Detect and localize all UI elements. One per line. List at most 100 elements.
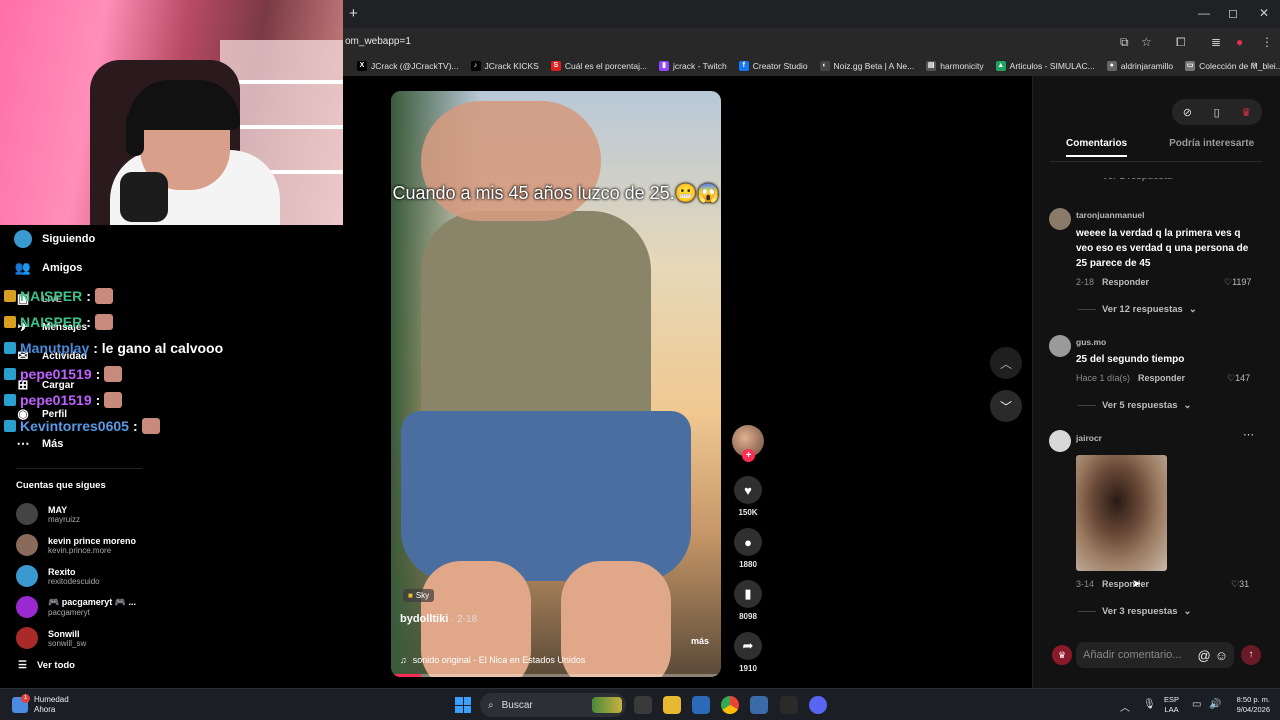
language-indicator[interactable]: ESP LAA	[1164, 695, 1179, 715]
bookmark-item[interactable]: f Creator Studio	[738, 61, 808, 71]
bookmark-item[interactable]: ● aldrinjaramillo	[1106, 61, 1173, 71]
install-app-icon[interactable]: ⧉	[1120, 35, 1129, 50]
bookmark-item[interactable]: ♪ JCrack KICKS	[470, 61, 539, 71]
followed-account[interactable]: MAY mayruizz	[16, 503, 80, 525]
extensions-icon[interactable]: ⧠	[1176, 35, 1186, 50]
profile-icon[interactable]: ●	[1236, 35, 1243, 49]
commenter-name[interactable]: jairocr	[1076, 433, 1102, 443]
save-action[interactable]: ▮ 8098	[733, 580, 763, 621]
comment-count: 1880	[739, 560, 757, 569]
device-icon[interactable]: ▯	[1214, 106, 1220, 119]
comment-image[interactable]	[1076, 455, 1167, 571]
commenter-avatar[interactable]	[1049, 335, 1071, 357]
maximize-icon[interactable]: ◻	[1228, 6, 1238, 20]
new-tab-button[interactable]: +	[349, 5, 358, 22]
commenter-name[interactable]: taronjuanmanuel	[1076, 210, 1144, 220]
user-avatar-icon[interactable]: ♛	[1241, 106, 1251, 119]
system-clock[interactable]: 8:50 p. m. 9/04/2026	[1228, 695, 1270, 715]
video-author[interactable]: bydolltiki · 2-18	[400, 613, 477, 625]
outlook-icon[interactable]	[692, 696, 710, 714]
comment-action[interactable]: ● 1880	[733, 528, 763, 569]
followed-account[interactable]: Sonwill sonwill_sw	[16, 627, 86, 649]
bookmark-star-icon[interactable]: ☆	[1141, 35, 1152, 49]
app-icon[interactable]	[780, 696, 798, 714]
send-comment-button[interactable]: ↑	[1241, 645, 1261, 665]
webcam-shelf	[230, 125, 343, 129]
tab-comments[interactable]: Comentarios	[1066, 138, 1128, 157]
comment-input[interactable]: Añadir comentario... @ ☺	[1076, 642, 1234, 668]
comment-like[interactable]: ♡1197	[1224, 277, 1251, 288]
nav-following[interactable]: Siguiendo	[14, 230, 95, 248]
commenter-name[interactable]: gus.mo	[1076, 337, 1106, 347]
mouse-cursor-icon: ➤	[1132, 578, 1142, 590]
emoji-icon[interactable]: ☺	[1215, 648, 1228, 663]
comment-like[interactable]: ♡31	[1231, 579, 1249, 590]
reply-button[interactable]: Responder	[1102, 277, 1149, 287]
more-bookmarks-icon[interactable]: »	[1252, 59, 1258, 70]
nav-more[interactable]: ⋯ Más	[14, 435, 64, 453]
like-action[interactable]: ♥ 150K	[733, 476, 763, 517]
media-control-icon[interactable]: ≣	[1211, 35, 1221, 49]
effect-tag[interactable]: ■ Sky	[403, 589, 435, 602]
follow-plus-icon[interactable]: +	[742, 449, 755, 462]
nav-friends[interactable]: 👥 Amigos	[14, 259, 82, 277]
previous-video-button[interactable]: ︿	[990, 347, 1022, 379]
chat-message: pepe01519:	[4, 366, 123, 382]
browser-menu-icon[interactable]: ⋮	[1261, 35, 1273, 49]
bookmark-item[interactable]: ▲ Articulos - SIMULAC...	[995, 61, 1095, 71]
description-more-link[interactable]: más	[691, 636, 709, 646]
settings-gear-icon[interactable]	[750, 696, 768, 714]
network-icon[interactable]: ▭	[1192, 699, 1201, 710]
chat-emote-icon	[104, 392, 123, 408]
comment-like-count: 31	[1239, 579, 1250, 589]
tray-expand-icon[interactable]: ︿	[1120, 699, 1130, 714]
view-replies-link[interactable]: Ver 5 respuestas ⌄	[1078, 400, 1192, 411]
bookmark-item[interactable]: ▮ jcrack - Twitch	[659, 61, 727, 71]
comment-bubble-icon[interactable]: ●	[734, 528, 762, 556]
bookmark-item[interactable]: ▤ harmonicity	[926, 61, 984, 71]
followed-account[interactable]: 🎮 pacgameryt 🎮 ... pacgameryt	[16, 596, 136, 618]
windows-start-icon[interactable]	[455, 697, 471, 713]
avatar	[16, 534, 38, 556]
comment-options-icon[interactable]: ⋯	[1243, 428, 1254, 441]
video-sound[interactable]: ♫ sonido original - El Nica en Estados U…	[400, 655, 585, 665]
minimize-icon[interactable]: —	[1198, 6, 1210, 20]
comment-like[interactable]: ♡147	[1227, 373, 1250, 384]
bookmark-label: harmonicity	[940, 61, 984, 71]
tab-related[interactable]: Podría interesarte	[1169, 138, 1254, 157]
taskbar-search-label: Buscar	[501, 699, 533, 711]
microphone-icon[interactable]: 🎙	[1143, 699, 1156, 710]
bookmark-item[interactable]: S Cuál es el porcentaj...	[550, 61, 647, 71]
next-video-button[interactable]: ﹀	[990, 390, 1022, 422]
view-replies-label: Ver 5 respuestas	[1102, 400, 1178, 411]
volume-icon[interactable]: 🔊	[1209, 699, 1221, 710]
video-progress-bar[interactable]	[391, 674, 721, 677]
commenter-avatar[interactable]	[1049, 208, 1071, 230]
task-view-icon[interactable]	[634, 696, 652, 714]
compass-icon[interactable]: ⊘	[1183, 106, 1192, 119]
see-all-link[interactable]: ☰ Ver todo	[18, 660, 75, 671]
close-icon[interactable]: ✕	[1259, 6, 1269, 20]
video-player[interactable]: Cuando a mis 45 años luzco de 25.😬😱 ■ Sk…	[391, 91, 721, 677]
bookmark-item[interactable]: X JCrack (@JCrackTV)...	[357, 61, 459, 71]
reply-button[interactable]: Responder	[1102, 579, 1149, 589]
mention-icon[interactable]: @	[1198, 648, 1211, 663]
bookmark-item[interactable]: ◐ Noiz.gg Beta | A Ne...	[819, 61, 914, 71]
chrome-icon[interactable]	[721, 696, 739, 714]
bookmark-item[interactable]: ▭ Colección de M_blei...	[1185, 61, 1280, 71]
url-field[interactable]: om_webapp=1	[345, 36, 411, 47]
reply-button[interactable]: Responder	[1138, 373, 1185, 383]
view-replies-link[interactable]: Ver 12 respuestas ⌄	[1078, 304, 1197, 315]
commenter-avatar[interactable]	[1049, 430, 1071, 452]
bookmark-icon[interactable]: ▮	[734, 580, 762, 608]
followed-account[interactable]: Rexito rexitodescuido	[16, 565, 100, 587]
discord-icon[interactable]	[809, 696, 827, 714]
heart-icon[interactable]: ♥	[734, 476, 762, 504]
weather-widget[interactable]: 1 Humedad Ahora	[12, 694, 69, 715]
taskbar-search[interactable]: ⌕ Buscar	[480, 693, 626, 717]
share-arrow-icon[interactable]: ➦	[734, 632, 762, 660]
share-action[interactable]: ➦ 1910	[733, 632, 763, 673]
file-explorer-icon[interactable]	[663, 696, 681, 714]
followed-account[interactable]: kevin prince moreno kevin.prince.more	[16, 534, 136, 556]
view-replies-link[interactable]: Ver 3 respuestas ⌄	[1078, 606, 1192, 617]
